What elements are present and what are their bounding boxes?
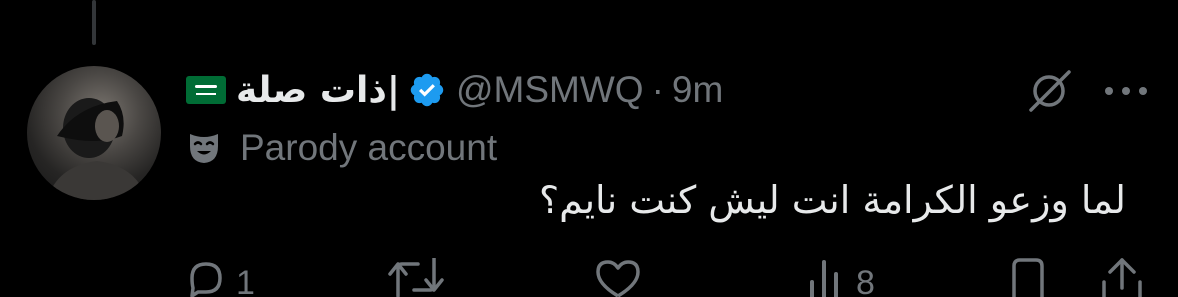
heart-icon (596, 260, 640, 297)
parody-label-text: Parody account (240, 127, 498, 168)
timestamp[interactable]: 9m (672, 69, 723, 111)
display-name[interactable]: ذات صلة| (236, 70, 400, 111)
grok-icon[interactable] (1027, 70, 1073, 112)
repost-icon (388, 258, 444, 297)
repost-button[interactable] (386, 258, 456, 297)
user-handle[interactable]: @MSMWQ (456, 69, 644, 111)
reply-icon (190, 262, 222, 297)
bookmark-icon (1012, 258, 1044, 297)
share-icon (1102, 258, 1142, 297)
tweet[interactable]: ذات صلة| @MSMWQ · 9m Parody account لما … (0, 0, 1178, 297)
action-bar: 1 8 (186, 258, 1146, 297)
like-button[interactable] (594, 258, 652, 297)
views-button[interactable]: 8 (806, 258, 875, 297)
verified-badge-icon[interactable] (408, 71, 446, 109)
reply-button[interactable]: 1 (186, 258, 255, 297)
theater-mask-icon (190, 134, 218, 163)
tweet-header: ذات صلة| @MSMWQ · 9m (186, 62, 723, 118)
thread-line (92, 0, 96, 45)
reply-count: 1 (236, 264, 255, 297)
avatar[interactable] (27, 66, 161, 200)
more-icon[interactable] (1104, 86, 1148, 96)
views-count: 8 (856, 264, 875, 297)
bookmark-button[interactable] (1008, 258, 1048, 297)
views-icon (810, 260, 838, 297)
tweet-text: لما وزعو الكرامة انت ليش كنت نايم؟ (539, 178, 1126, 222)
parody-label[interactable]: Parody account (186, 124, 497, 172)
share-button[interactable] (1100, 258, 1144, 297)
separator-dot: · (651, 69, 664, 110)
saudi-flag-icon (186, 76, 226, 104)
